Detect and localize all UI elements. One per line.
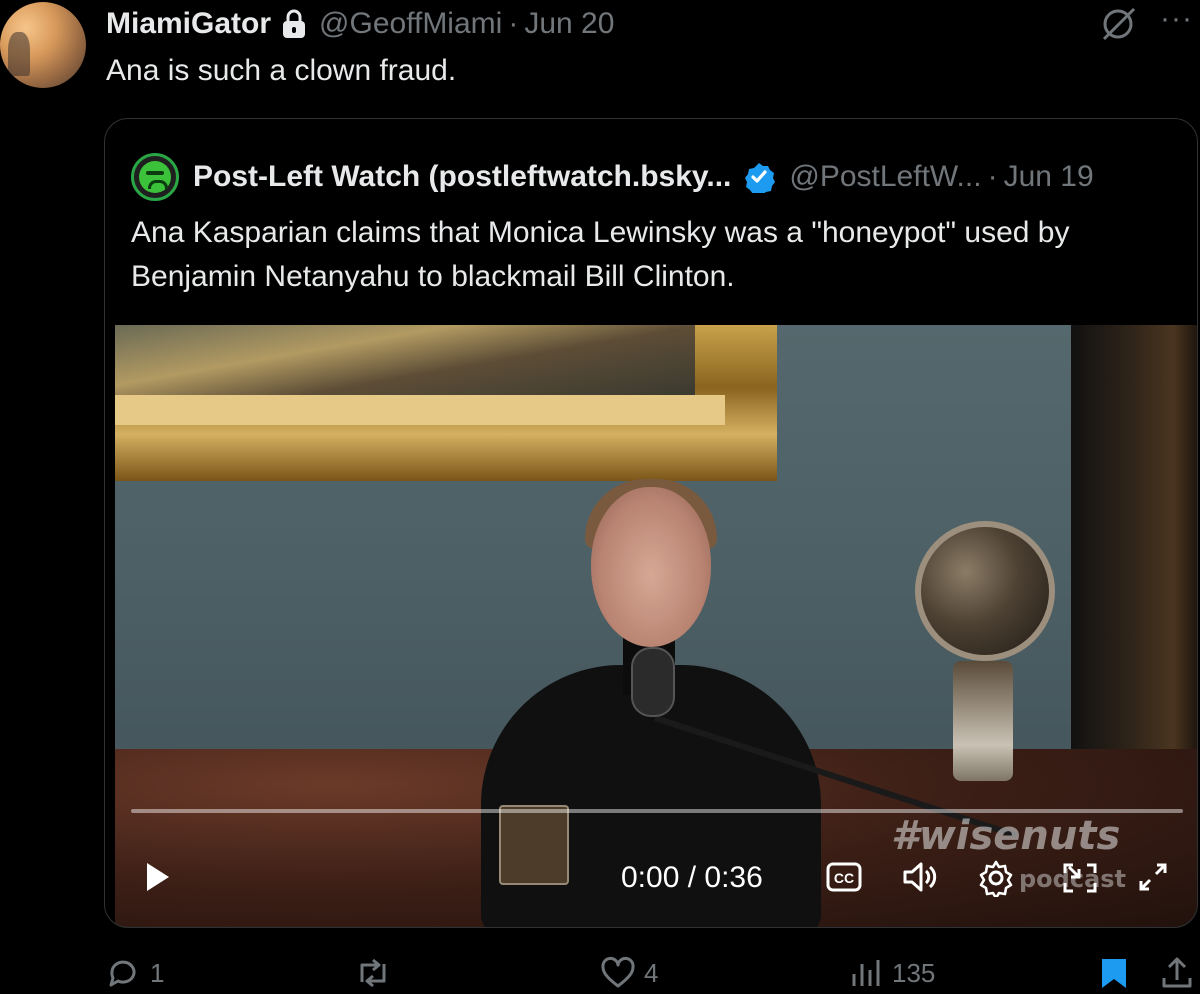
quoted-tweet[interactable]: Post-Left Watch (postleftwatch.bsky... @… [104, 118, 1198, 928]
repost-button[interactable] [354, 956, 400, 990]
author-name[interactable]: MiamiGator [106, 7, 271, 41]
like-count: 4 [644, 957, 659, 988]
bookmark-button[interactable] [1098, 956, 1138, 990]
painting-frame [115, 325, 777, 481]
fullscreen-icon[interactable] [1135, 859, 1171, 900]
person [591, 487, 711, 647]
separator-dot: · [508, 7, 519, 40]
globe [915, 521, 1055, 661]
tweet-date[interactable]: Jun 20 [524, 7, 614, 41]
quote-author-handle[interactable]: @PostLeftW... [789, 160, 981, 194]
bookmark-icon [1102, 959, 1126, 988]
video-player[interactable]: #wisenuts podcast 0:00 / 0:36 CC [115, 325, 1197, 927]
avatar[interactable] [0, 2, 86, 88]
like-icon [601, 956, 635, 988]
view-count: 135 [892, 957, 936, 988]
lock-icon [281, 9, 307, 39]
quote-avatar[interactable] [131, 153, 179, 201]
svg-text:CC: CC [834, 870, 854, 886]
settings-icon[interactable] [977, 859, 1015, 902]
play-icon[interactable] [143, 859, 173, 900]
video-controls: 0:00 / 0:36 CC [115, 845, 1197, 915]
quote-author-name[interactable]: Post-Left Watch (postleftwatch.bsky... [193, 160, 731, 194]
quote-header: Post-Left Watch (postleftwatch.bsky... @… [131, 153, 1094, 201]
more-icon[interactable]: ··· [1160, 2, 1193, 36]
share-icon [1162, 957, 1192, 988]
repost-icon [360, 958, 386, 988]
quote-text: Ana Kasparian claims that Monica Lewinsk… [131, 216, 1070, 293]
share-button[interactable] [1160, 956, 1200, 990]
verified-icon [743, 161, 776, 193]
reply-icon [109, 960, 136, 987]
microphone [631, 647, 675, 717]
quote-date[interactable]: Jun 19 [1004, 160, 1094, 194]
pip-icon[interactable] [1061, 859, 1099, 902]
views-icon [852, 960, 880, 986]
tweet-header: MiamiGator @GeoffMiami · Jun 20 [106, 4, 614, 44]
captions-icon[interactable]: CC [825, 859, 863, 900]
views-button[interactable]: 135 [848, 956, 935, 990]
progress-bar[interactable] [131, 809, 1183, 813]
grok-icon[interactable] [1098, 6, 1138, 47]
reply-button[interactable]: 1 [106, 956, 164, 990]
volume-icon[interactable] [901, 859, 941, 900]
like-button[interactable]: 4 [600, 956, 658, 990]
author-handle[interactable]: @GeoffMiami [319, 7, 502, 41]
reply-count: 1 [150, 957, 165, 988]
separator-dot: · [987, 160, 998, 193]
action-bar: 1 4 135 [0, 950, 1200, 994]
tweet-text: Ana is such a clown fraud. [106, 54, 457, 87]
time-display: 0:00 / 0:36 [621, 861, 763, 894]
